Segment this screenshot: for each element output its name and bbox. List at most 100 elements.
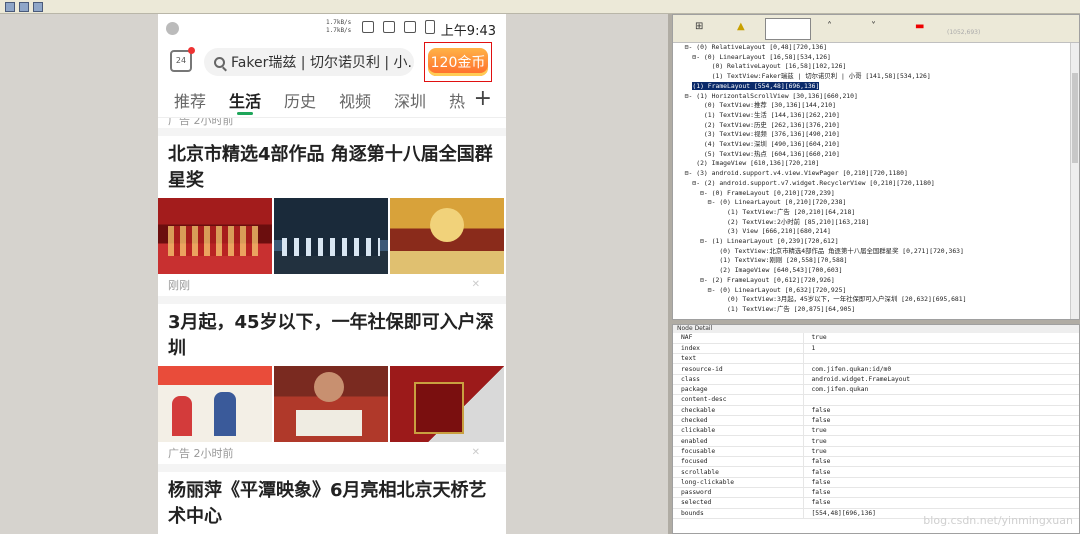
tree-node[interactable]: (3) TextView:视频 [376,136][490,210] xyxy=(677,130,1079,140)
article-images[interactable] xyxy=(158,198,506,274)
category-tabs: 推荐 生活 历史 视频 深圳 热 + xyxy=(158,82,506,118)
tree-node[interactable]: ⊟- (0) RelativeLayout [0,48][720,136] xyxy=(677,43,1079,53)
detail-row[interactable]: selected false xyxy=(673,497,1079,509)
prev-icon[interactable]: ˄ xyxy=(827,21,832,32)
compressed-screenshot-icon[interactable] xyxy=(19,1,29,12)
status-icons xyxy=(362,21,416,33)
scroll-thumb[interactable] xyxy=(1072,73,1078,163)
tree-node[interactable]: (1) TextView:广告 [20,210][64,218] xyxy=(677,208,1079,218)
detail-row[interactable]: index 1 xyxy=(673,343,1079,355)
status-time: 上午9:43 xyxy=(440,24,496,39)
detail-value: android.widget.FrameLayout xyxy=(803,374,1079,385)
screenshot-icon[interactable] xyxy=(5,1,15,12)
detail-key: scrollable xyxy=(673,466,804,478)
detail-value: false xyxy=(803,456,1079,468)
detail-row[interactable]: focusable true xyxy=(673,446,1079,458)
article-title[interactable]: 杨丽萍《平潭映象》6月亮相北京天桥艺术中心 xyxy=(168,478,496,530)
add-channel-icon[interactable]: + xyxy=(474,86,492,111)
tree-node[interactable]: ⊟- (3) android.support.v4.view.ViewPager… xyxy=(677,169,1079,179)
divider xyxy=(158,296,506,304)
tab-life[interactable]: 生活 xyxy=(229,88,284,115)
detail-row[interactable]: password false xyxy=(673,487,1079,499)
tree-node[interactable]: (2) TextView:2小时前 [85,210][163,218] xyxy=(677,218,1079,228)
article-meta: 刚刚 ✕ xyxy=(168,274,496,296)
detail-key: checked xyxy=(673,415,804,427)
article-images[interactable] xyxy=(158,366,506,442)
dismiss-icon[interactable]: ✕ xyxy=(472,279,480,290)
tree-node[interactable]: (0) TextView:推荐 [30,136][144,210] xyxy=(677,101,1079,111)
tree-node[interactable]: ⊟- (0) LinearLayout [0,632][720,925] xyxy=(677,286,1079,296)
tree-node[interactable]: ⊟- (2) android.support.v7.widget.Recycle… xyxy=(677,179,1079,189)
detail-row[interactable]: checkable false xyxy=(673,405,1079,416)
vibrate-icon xyxy=(362,21,374,33)
tab-history[interactable]: 历史 xyxy=(284,88,339,112)
tree-scrollbar[interactable] xyxy=(1070,43,1079,319)
detail-key: NAF xyxy=(673,333,804,344)
detail-row[interactable]: text xyxy=(673,353,1079,365)
divider xyxy=(158,128,506,136)
tab-recommend[interactable]: 推荐 xyxy=(174,88,229,112)
tree-node[interactable]: (1) TextView:Faker瑞兹 | 切尔诺贝利 | 小哥 [141,5… xyxy=(677,72,1079,82)
tree-node[interactable]: ⊟- (2) FrameLayout [0,612][720,926] xyxy=(677,276,1079,286)
detail-row[interactable]: checked false xyxy=(673,415,1079,427)
device-screenshot: 1.7kB/s 1.7kB/s 上午9:43 24 Faker瑞兹 | 切尔诺贝利… xyxy=(158,14,506,534)
tree-node[interactable]: (4) TextView:深圳 [490,136][604,210] xyxy=(677,140,1079,150)
tree-node[interactable]: (1) TextView:刚刚 [20,558][70,588] xyxy=(677,256,1079,266)
filter-input[interactable] xyxy=(765,18,811,40)
expand-all-icon[interactable]: ⊞ xyxy=(695,21,703,32)
tree-node[interactable]: ⊟- (0) LinearLayout [16,58][534,126] xyxy=(677,53,1079,63)
detail-row[interactable]: long-clickable false xyxy=(673,477,1079,488)
detail-row[interactable]: focused false xyxy=(673,456,1079,468)
detail-key: resource-id xyxy=(673,363,804,375)
tree-node[interactable]: (1) TextView:生活 [144,136][262,210] xyxy=(677,111,1079,121)
detail-row[interactable]: clickable true xyxy=(673,425,1079,437)
wifi-icon xyxy=(383,21,395,33)
detail-value: false xyxy=(803,466,1079,478)
detail-row[interactable]: class android.widget.FrameLayout xyxy=(673,374,1079,385)
article-title[interactable]: 3月起，45岁以下，一年社保即可入户深圳 xyxy=(168,310,496,362)
dismiss-icon[interactable]: ✕ xyxy=(472,447,480,458)
tree-node-list[interactable]: ⊟- (0) RelativeLayout [0,48][720,136] ⊟-… xyxy=(673,43,1079,315)
detail-value: true xyxy=(803,425,1079,437)
tree-node[interactable]: (2) ImageView [610,136][720,210] xyxy=(677,159,1079,169)
save-icon[interactable] xyxy=(33,1,43,12)
search-row: 24 Faker瑞兹 | 切尔诺贝利 | 小... 120金币 xyxy=(158,42,506,82)
battery-icon xyxy=(425,20,435,34)
detail-key: index xyxy=(673,343,804,355)
tree-node[interactable]: ⊟- (1) LinearLayout [0,239][720,612] xyxy=(677,237,1079,247)
detail-value: false xyxy=(803,415,1079,427)
tree-node[interactable]: (0) TextView:3月起，45岁以下，一年社保即可入户深圳 [20,63… xyxy=(677,295,1079,305)
tree-node[interactable]: (2) TextView:历史 [262,136][376,210] xyxy=(677,121,1079,131)
tree-node[interactable]: (0) RelativeLayout [16,58][102,126] xyxy=(677,62,1079,72)
tree-node[interactable]: ⊟- (0) LinearLayout [0,210][720,238] xyxy=(677,198,1079,208)
node-detail-header: Node Detail xyxy=(673,325,1079,333)
notification-dot-icon xyxy=(166,21,179,35)
detail-row[interactable]: resource-id com.jifen.qukan:id/m0 xyxy=(673,363,1079,375)
tree-node[interactable]: ⊟- (0) FrameLayout [0,210][720,239] xyxy=(677,189,1079,199)
gold-coin-button[interactable]: 120金币 xyxy=(428,48,488,76)
detail-row[interactable]: content-desc xyxy=(673,394,1079,406)
detail-row[interactable]: enabled true xyxy=(673,435,1079,447)
warning-icon[interactable]: ▲ xyxy=(737,21,745,32)
tree-node[interactable]: (0) TextView:北京市精选4部作品 角逐第十八届全国群星奖 [0,27… xyxy=(677,247,1079,257)
tab-video[interactable]: 视频 xyxy=(339,88,394,112)
search-input[interactable]: Faker瑞兹 | 切尔诺贝利 | 小... xyxy=(204,48,414,76)
calendar-icon[interactable]: 24 xyxy=(170,47,195,72)
detail-row[interactable]: NAF true xyxy=(673,333,1079,344)
tab-shenzhen[interactable]: 深圳 xyxy=(394,88,449,112)
next-icon[interactable]: ˅ xyxy=(871,21,876,32)
detail-value: true xyxy=(803,446,1079,458)
tree-node[interactable]: ⊟- (1) HorizontalScrollView [30,136][660… xyxy=(677,92,1079,102)
tree-node[interactable]: (1) TextView:广告 [20,875][64,905] xyxy=(677,305,1079,315)
gold-coin-button-highlight[interactable]: 120金币 xyxy=(424,42,492,82)
tree-node[interactable]: (2) ImageView [640,543][700,603] xyxy=(677,266,1079,276)
tree-node-selected[interactable]: (1) FrameLayout [554,48][696,136] xyxy=(692,81,820,90)
detail-row[interactable]: package com.jifen.qukan xyxy=(673,384,1079,396)
article-title[interactable]: 北京市精选4部作品 角逐第十八届全国群星奖 xyxy=(168,142,496,194)
detail-key: checkable xyxy=(673,405,804,416)
tree-node[interactable]: (3) View [666,210][680,214] xyxy=(677,227,1079,237)
detail-row[interactable]: scrollable false xyxy=(673,466,1079,478)
remove-icon[interactable]: ▬ xyxy=(915,21,924,32)
tree-node[interactable]: (5) TextView:热点 [604,136][660,210] xyxy=(677,150,1079,160)
tree-node[interactable]: (1) FrameLayout [554,48][696,136] xyxy=(677,81,1079,92)
